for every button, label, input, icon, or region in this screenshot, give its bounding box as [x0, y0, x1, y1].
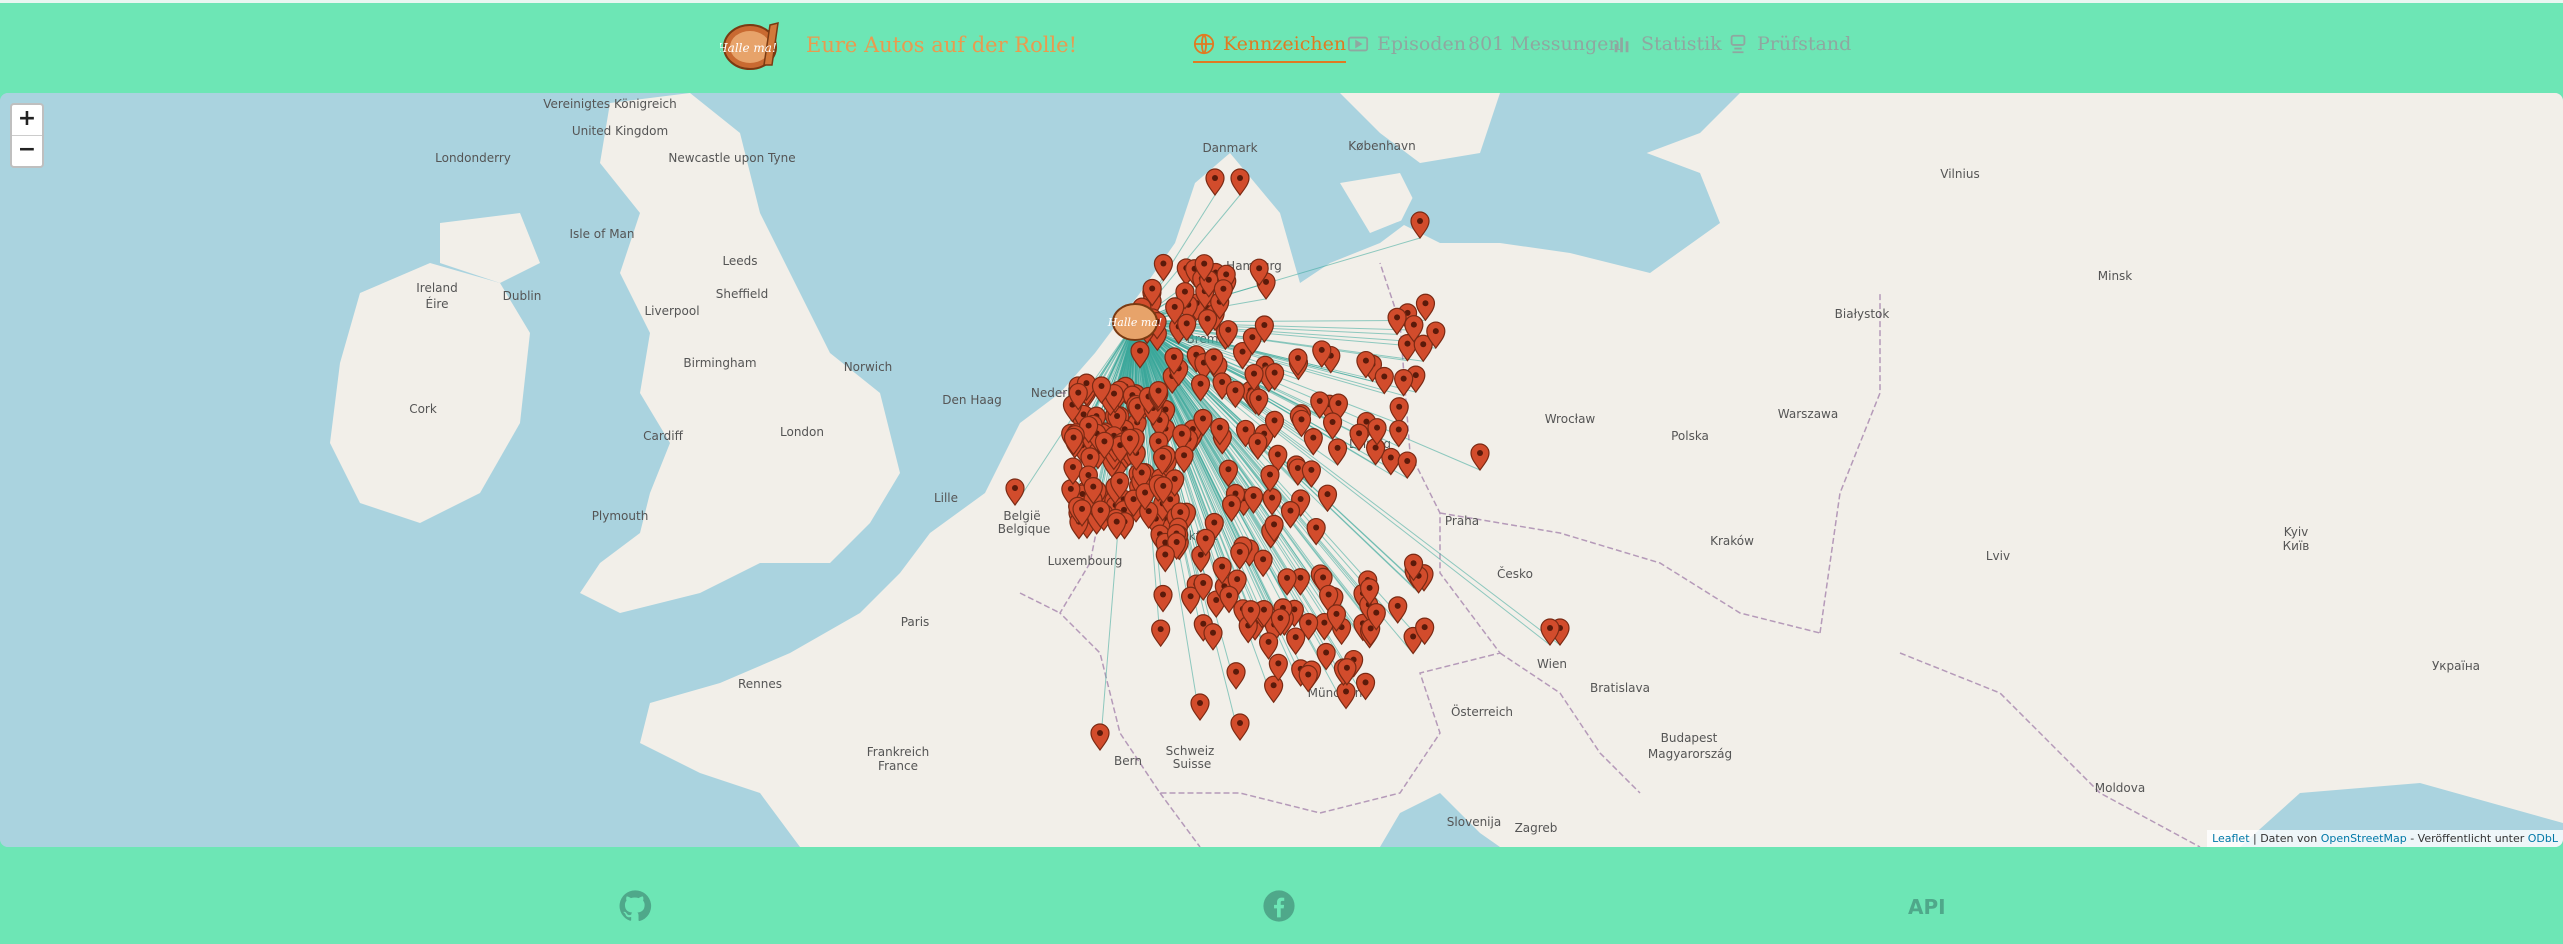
place-label: Wrocław: [1545, 412, 1596, 426]
tagline: Eure Autos auf der Rolle!: [806, 33, 1078, 57]
place-label: Bratislava: [1590, 681, 1650, 695]
zoom-in-button[interactable]: +: [12, 105, 42, 135]
place-label: Den Haag: [942, 393, 1001, 407]
logo-text: Halle ma!: [720, 41, 777, 55]
place-label: Budapest: [1661, 731, 1718, 745]
place-label: Lviv: [1986, 549, 2010, 563]
place-label: Cardiff: [643, 429, 683, 443]
nav-episoden[interactable]: Episoden: [1347, 33, 1466, 55]
place-label: United Kingdom: [572, 124, 668, 138]
place-label: Polska: [1671, 429, 1709, 443]
place-label: Białystok: [1835, 307, 1890, 321]
place-label: Česko: [1497, 566, 1533, 581]
place-label: Liverpool: [644, 304, 699, 318]
halle-logo[interactable]: Halle ma!: [716, 19, 784, 75]
api-link[interactable]: API: [1908, 895, 1946, 919]
place-label: Київ: [2283, 539, 2310, 553]
place-label: Newcastle upon Tyne: [668, 151, 795, 165]
place-label: Bern: [1114, 754, 1142, 768]
nav-label: 801 Messungen: [1468, 33, 1621, 55]
place-label: Schweiz: [1166, 744, 1215, 758]
place-label: Belgique: [998, 522, 1051, 536]
top-navbar: Halle ma! Eure Autos auf der Rolle! Kenn…: [0, 0, 2563, 90]
place-label: Vereinigtes Königreich: [543, 97, 677, 111]
place-label: Lille: [934, 491, 958, 505]
attrib-mid: - Veröffentlicht unter: [2406, 832, 2528, 845]
place-label: Norwich: [844, 360, 893, 374]
place-label: Kyiv: [2284, 525, 2309, 539]
place-label: Sheffield: [716, 287, 769, 301]
nav-pruefstand[interactable]: Prüfstand: [1727, 33, 1851, 55]
place-label: Kraków: [1710, 534, 1754, 548]
odbl-link[interactable]: ODbL: [2528, 832, 2558, 845]
place-label: Praha: [1445, 514, 1479, 528]
leaflet-link[interactable]: Leaflet: [2212, 832, 2249, 845]
footer: API: [0, 847, 2563, 944]
place-label: London: [780, 425, 824, 439]
video-icon: [1347, 36, 1369, 52]
place-label: Ireland: [416, 281, 458, 295]
place-label: Magyarország: [1648, 747, 1732, 761]
map-attribution: Leaflet | Daten von OpenStreetMap - Verö…: [2207, 830, 2563, 847]
place-label: Moldova: [2095, 781, 2145, 795]
place-label: Frankreich: [867, 745, 929, 759]
place-label: Luxembourg: [1048, 554, 1123, 568]
place-label: Paris: [901, 615, 930, 629]
nav-label: Statistik: [1641, 33, 1722, 55]
map-canvas[interactable]: Vereinigtes Königreich United Kingdom Lond…: [0, 93, 2563, 847]
place-label: Österreich: [1451, 703, 1513, 719]
nav-messungen[interactable]: 801 Messungen: [1468, 33, 1621, 55]
place-label: Cork: [409, 402, 437, 416]
place-label: Isle of Man: [569, 227, 634, 241]
test-bench-icon: [1730, 34, 1746, 54]
place-label: Slovenija: [1447, 815, 1501, 829]
nav-label: Prüfstand: [1757, 33, 1852, 55]
place-label: Wien: [1537, 657, 1567, 671]
place-label: België: [1003, 509, 1040, 523]
place-label: København: [1348, 139, 1415, 153]
place-label: Rennes: [738, 677, 782, 691]
nav-statistik[interactable]: Statistik: [1611, 33, 1722, 55]
place-label: Suisse: [1173, 757, 1211, 771]
place-label: Leeds: [722, 254, 757, 268]
place-label: Londonderry: [435, 151, 511, 165]
place-label: France: [878, 759, 918, 773]
zoom-out-button[interactable]: −: [12, 135, 42, 166]
place-label: Minsk: [2098, 269, 2133, 283]
map-container[interactable]: Vereinigtes Königreich United Kingdom Lond…: [0, 93, 2563, 847]
place-label: Danmark: [1202, 141, 1257, 155]
place-label: Vilnius: [1940, 167, 1979, 181]
place-label: Warszawa: [1778, 407, 1838, 421]
place-label: Birmingham: [683, 356, 756, 370]
place-label: Zagreb: [1515, 821, 1558, 835]
place-label: Україна: [2432, 659, 2480, 673]
hub-logo-text: Halle ma!: [1107, 316, 1163, 329]
nav-kennzeichen[interactable]: Kennzeichen: [1193, 33, 1347, 63]
place-label: Plymouth: [592, 509, 649, 523]
osm-link[interactable]: OpenStreetMap: [2321, 832, 2407, 845]
place-label: Dublin: [503, 289, 542, 303]
nav-label: Episoden: [1377, 33, 1466, 55]
place-label: Éire: [426, 296, 449, 311]
attrib-sep: | Daten von: [2249, 832, 2321, 845]
github-icon[interactable]: [618, 889, 652, 923]
active-tab-underline: [1193, 61, 1347, 63]
zoom-control: + −: [10, 103, 44, 168]
nav-label: Kennzeichen: [1223, 33, 1347, 55]
bar-chart-icon: [1614, 37, 1629, 53]
facebook-icon[interactable]: [1262, 889, 1296, 923]
globe-icon: [1193, 33, 1215, 55]
